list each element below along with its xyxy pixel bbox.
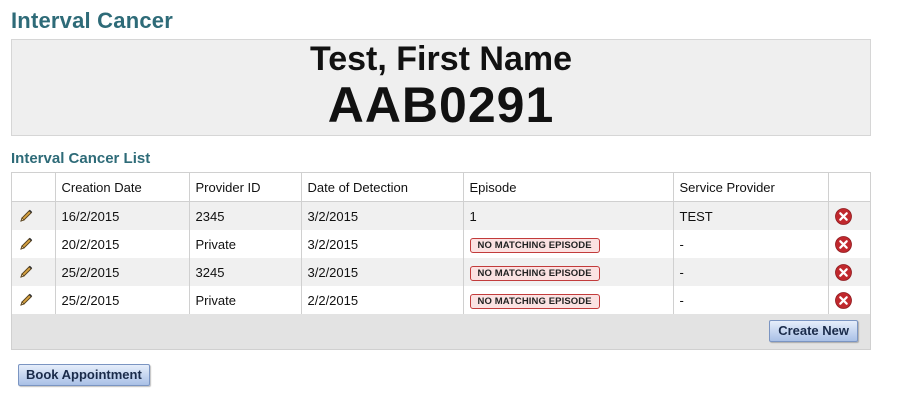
page-title: Interval Cancer [11,8,173,33]
patient-id: AAB0291 [327,77,555,133]
pencil-icon[interactable] [18,264,34,279]
episode-cell: NO MATCHING EPISODE [463,258,674,286]
service-provider-cell: - [673,230,829,258]
edit-button[interactable] [12,230,56,258]
delete-icon[interactable] [834,291,852,309]
provider-id-cell: 2345 [189,201,302,230]
pencil-icon[interactable] [18,208,34,223]
episode-cell: NO MATCHING EPISODE [463,286,674,314]
provider-id-cell: Private [189,286,302,314]
column-header-service-provider: Service Provider [673,173,829,202]
column-header-delete [828,173,870,202]
column-header-provider-id: Provider ID [189,173,302,202]
creation-date-cell: 16/2/2015 [55,201,190,230]
no-matching-episode-badge: NO MATCHING EPISODE [469,237,600,253]
date-of-detection-cell: 3/2/2015 [301,258,464,286]
service-provider-cell: TEST [673,201,829,230]
date-of-detection-cell: 3/2/2015 [301,230,464,258]
delete-button[interactable] [828,230,870,258]
episode-cell: NO MATCHING EPISODE [463,230,674,258]
no-matching-episode-badge: NO MATCHING EPISODE [469,265,600,281]
delete-icon[interactable] [834,207,852,225]
delete-button[interactable] [828,258,870,286]
date-of-detection-cell: 2/2/2015 [301,286,464,314]
edit-button[interactable] [12,201,56,230]
create-new-button[interactable]: Create New [769,320,858,342]
delete-icon[interactable] [834,263,852,281]
delete-button[interactable] [828,286,870,314]
service-provider-cell: - [673,286,829,314]
no-matching-episode-badge: NO MATCHING EPISODE [469,293,600,309]
edit-button[interactable] [12,286,56,314]
date-of-detection-cell: 3/2/2015 [301,201,464,230]
delete-button[interactable] [828,201,870,230]
table-row: 25/2/2015 Private 2/2/2015 NO MATCHING EPIS… [12,286,870,314]
creation-date-cell: 20/2/2015 [55,230,190,258]
column-header-date-of-detection: Date of Detection [301,173,464,202]
creation-date-cell: 25/2/2015 [55,258,190,286]
column-header-edit [12,173,56,202]
book-appointment-button[interactable]: Book Appointment [18,364,150,386]
section-title: Interval Cancer List [11,150,151,167]
patient-header: Test, First Name AAB0291 [11,39,871,136]
edit-button[interactable] [12,258,56,286]
table-row: 25/2/2015 3245 3/2/2015 NO MATCHING EPISODE… [12,258,870,286]
table-row: 20/2/2015 Private 3/2/2015 NO MATCHING EPIS… [12,230,870,258]
pencil-icon[interactable] [18,292,34,307]
creation-date-cell: 25/2/2015 [55,286,190,314]
provider-id-cell: 3245 [189,258,302,286]
provider-id-cell: Private [189,230,302,258]
interval-cancer-list-panel: Creation Date Provider ID Date of Detect… [11,172,871,350]
delete-icon[interactable] [834,235,852,253]
episode-cell: 1 [463,201,674,230]
column-header-creation-date: Creation Date [55,173,190,202]
table-row: 16/2/2015 2345 3/2/2015 1 TEST [12,201,870,230]
service-provider-cell: - [673,258,829,286]
pencil-icon[interactable] [18,236,34,251]
table-header-row: Creation Date Provider ID Date of Detect… [12,173,870,202]
column-header-episode: Episode [463,173,674,202]
patient-name: Test, First Name [309,40,572,78]
interval-cancer-table: Creation Date Provider ID Date of Detect… [12,173,870,314]
